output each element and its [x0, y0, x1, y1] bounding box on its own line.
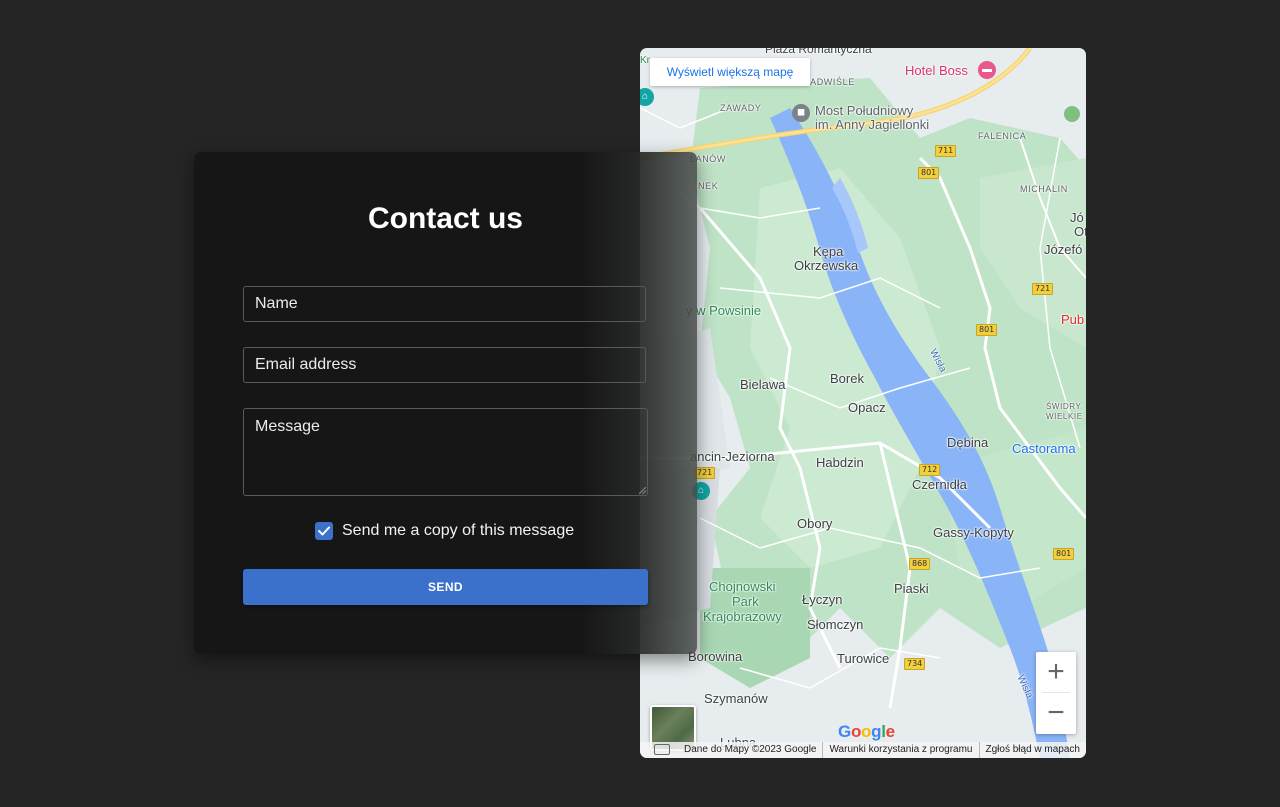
contact-form-title: Contact us: [367, 202, 523, 235]
map-label-lyczyn: Łyczyn: [802, 592, 843, 607]
map-label-kr: Kr: [640, 55, 650, 66]
map-label-plaza: Plaza Romantyczna: [765, 48, 872, 56]
map-label-konstancin: ancin-Jeziorna: [690, 449, 775, 464]
road-shield: 734: [904, 658, 926, 670]
google-logo: Google: [838, 722, 895, 742]
zoom-control: + −: [1036, 652, 1076, 734]
map-label-jo: Jó: [1070, 210, 1084, 225]
email-input[interactable]: [243, 347, 646, 383]
map-label-nek: NEK: [698, 181, 719, 191]
google-logo-letter: G: [838, 722, 851, 741]
map-label-michalin: MICHALIN: [1020, 184, 1068, 194]
map-label-bridge-2: im. Anny Jagiellonki: [815, 117, 930, 132]
map-label-kepa-2: Okrzewska: [794, 258, 859, 273]
send-copy-label: Send me a copy of this message: [342, 522, 575, 539]
landmark-icon[interactable]: ◼: [792, 104, 810, 122]
google-logo-letter: o: [861, 722, 872, 741]
map-label-obory: Obory: [797, 516, 833, 531]
map-label-jozefow: Józefó: [1044, 242, 1083, 257]
google-logo-letter: e: [885, 722, 895, 741]
road-shield: 721: [1032, 283, 1054, 295]
map-label-bridge-1: Most Południowy: [815, 103, 914, 118]
checkmark-icon: [318, 526, 330, 536]
map-label-piaski: Piaski: [894, 581, 929, 596]
road-shield: 801: [1053, 548, 1075, 560]
message-textarea[interactable]: [243, 408, 648, 496]
map-attribution-bar: Dane do Mapy ©2023 Google Warunki korzys…: [640, 742, 1086, 758]
map-label-powsinie: y w Powsinie: [686, 303, 762, 318]
road-shield: 721: [694, 467, 716, 479]
map-label-chojnowski-2: Park: [732, 594, 759, 609]
road-shield: 712: [919, 464, 941, 476]
resize-handle-icon[interactable]: [639, 487, 646, 494]
name-input[interactable]: [243, 286, 646, 322]
send-button[interactable]: SEND: [243, 569, 648, 605]
map-label-debina: Dębina: [947, 435, 989, 450]
send-copy-checkbox-row[interactable]: Send me a copy of this message: [315, 522, 574, 540]
map-label-czernidla: Czernidła: [912, 477, 967, 492]
view-larger-map-link[interactable]: Wyświetl większą mapę: [650, 58, 810, 86]
map-label-borowina: Borowina: [688, 649, 743, 664]
send-copy-checkbox[interactable]: [315, 522, 333, 540]
map-label-bielawa: Bielawa: [740, 377, 786, 392]
road-shield: 801: [918, 167, 940, 179]
road-shield: 711: [935, 145, 957, 157]
map-label-falenica: FALENICA: [978, 131, 1027, 141]
map-label-borek: Borek: [830, 371, 864, 386]
message-field-wrapper: [243, 408, 648, 496]
map-label-castorama: Castorama: [1012, 441, 1076, 456]
map-label-chojnowski-3: Krajobrazowy: [703, 609, 782, 624]
map-label-swidry-2: WIELKIE: [1046, 412, 1083, 421]
map-label-hotel: Hotel Boss: [905, 63, 968, 78]
map-label-habdzin: Habdzin: [816, 455, 864, 470]
map-label-pub: Pub: [1061, 312, 1085, 327]
keyboard-shortcuts-icon[interactable]: [654, 744, 670, 755]
map-label-opacz: Opacz: [848, 400, 886, 415]
map-label-turowice: Turowice: [837, 651, 890, 666]
map-label-slomczyn: Słomczyn: [807, 617, 864, 632]
road-shield: 868: [909, 558, 931, 570]
google-logo-letter: o: [850, 722, 862, 741]
map-data-attribution: Dane do Mapy ©2023 Google: [684, 744, 817, 755]
contact-form-card: Contact us Send me a copy of this messag…: [194, 152, 697, 654]
map-label-ot: Ot: [1074, 224, 1086, 239]
zoom-out-button[interactable]: −: [1036, 693, 1076, 733]
map-label-szymanow: Szymanów: [704, 691, 768, 706]
map-report-error-link[interactable]: Zgłoś błąd w mapach: [978, 742, 1087, 758]
map-label-zawady: ZAWADY: [720, 103, 762, 113]
map-label-kepa-1: Kępa: [813, 244, 844, 259]
map-label-chojnowski-1: Chojnowski: [709, 579, 776, 594]
map-label-gassy: Gassy-Kopyty: [933, 525, 1014, 540]
map-terms-link[interactable]: Warunki korzystania z programu: [822, 742, 978, 758]
google-logo-letter: g: [871, 722, 882, 741]
zoom-in-button[interactable]: +: [1036, 652, 1076, 692]
map-label-nadwisle: NADWIŚLE: [803, 77, 855, 87]
road-shield: 801: [976, 324, 998, 336]
park-icon[interactable]: [1064, 106, 1080, 122]
embedded-map[interactable]: Plaza Romantyczna Kr NADWIŚLE ZAWADY Hot…: [640, 48, 1086, 758]
hotel-icon[interactable]: ▬: [978, 61, 996, 79]
